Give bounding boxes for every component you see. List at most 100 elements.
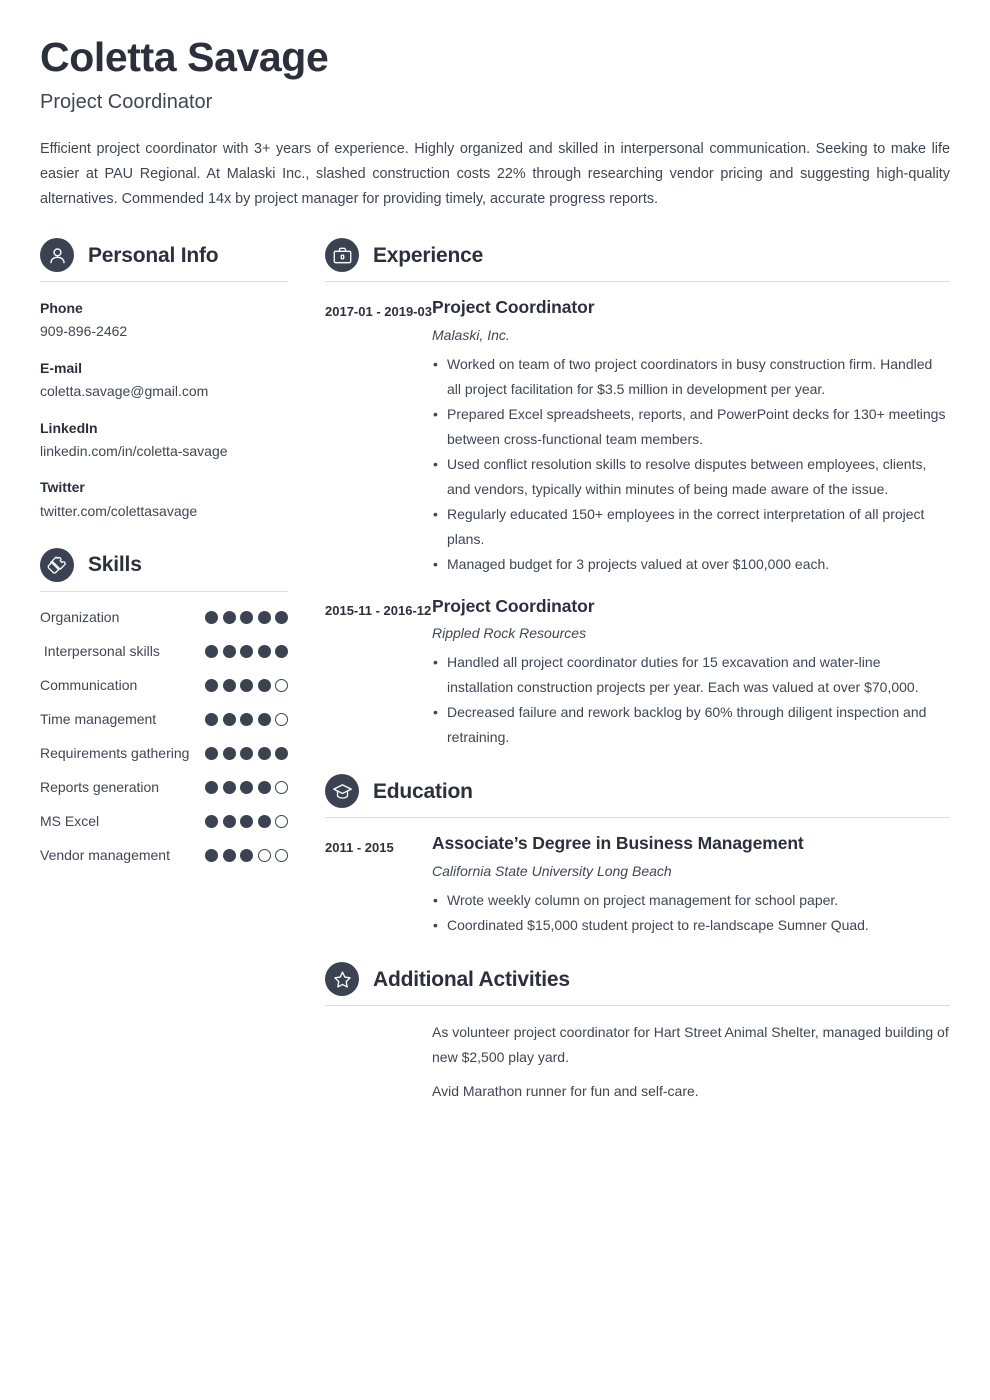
skill-label: Interpersonal skills bbox=[40, 642, 160, 659]
section-title: Experience bbox=[373, 243, 484, 267]
list-item: Worked on team of two project coordinato… bbox=[432, 352, 950, 402]
resume-page: Coletta Savage Project Coordinator Effic… bbox=[0, 0, 990, 1400]
skill-label: Requirements gathering bbox=[40, 744, 190, 761]
section-experience: Experience 2017-01 - 2019-03 Project Coo… bbox=[325, 238, 950, 750]
list-item: Handled all project coordinator duties f… bbox=[432, 650, 950, 700]
entry-body: Project Coordinator Rippled Rock Resourc… bbox=[432, 595, 950, 751]
section-header-experience: Experience bbox=[325, 238, 950, 281]
rating-dot-filled bbox=[240, 814, 253, 828]
rating-dot-filled bbox=[257, 712, 271, 726]
rating-dot-filled bbox=[205, 780, 218, 794]
entry-body: Project Coordinator Malaski, Inc. Worked… bbox=[432, 296, 950, 577]
section-title: Additional Activities bbox=[373, 967, 570, 991]
main-column: Experience 2017-01 - 2019-03 Project Coo… bbox=[325, 238, 950, 1104]
experience-entry: 2015-11 - 2016-12 Project Coordinator Ri… bbox=[325, 595, 950, 751]
entry-organization: Rippled Rock Resources bbox=[432, 625, 587, 642]
rating-dot-filled bbox=[240, 780, 253, 794]
entry-date: 2015-11 - 2016-12 bbox=[325, 602, 432, 618]
list-item: Used conflict resolution skills to resol… bbox=[432, 452, 950, 502]
rating-dot-filled bbox=[275, 746, 288, 760]
rating-dot-filled bbox=[275, 644, 288, 658]
skill-label: Time management bbox=[40, 710, 157, 727]
entry-title: Associate’s Degree in Business Managemen… bbox=[432, 833, 804, 854]
section-header-education: Education bbox=[325, 774, 950, 817]
rating-dot-empty bbox=[257, 848, 271, 862]
rating-dot-filled bbox=[240, 610, 253, 624]
section-additional-activities: Additional Activities As volunteer proje… bbox=[325, 962, 950, 1104]
skills-list: Organization Interpersonal skills Commun… bbox=[40, 592, 288, 868]
list-item: Managed budget for 3 projects valued at … bbox=[432, 552, 950, 577]
star-icon bbox=[325, 962, 359, 997]
rating-dot-filled bbox=[257, 610, 271, 624]
list-item: E-mail coletta.savage@gmail.com bbox=[40, 358, 288, 403]
skill-rating bbox=[205, 673, 288, 692]
list-item: Time management bbox=[40, 707, 288, 732]
list-item: MS Excel bbox=[40, 809, 288, 834]
experience-entries: 2017-01 - 2019-03 Project Coordinator Ma… bbox=[325, 282, 950, 750]
entry-title: Project Coordinator bbox=[432, 595, 595, 616]
rating-dot-empty bbox=[275, 814, 288, 828]
professional-summary: Efficient project coordinator with 3+ ye… bbox=[40, 141, 950, 208]
rating-dot-filled bbox=[205, 678, 218, 692]
section-header-personal-info: Personal Info bbox=[40, 238, 288, 281]
list-item: As volunteer project coordinator for Har… bbox=[432, 1024, 949, 1066]
list-item: Phone 909-896-2462 bbox=[40, 298, 288, 343]
rating-dot-empty bbox=[275, 678, 288, 692]
info-value[interactable]: twitter.com/colettasavage bbox=[40, 500, 288, 522]
rating-dot-empty bbox=[275, 712, 288, 726]
list-item: Vendor management bbox=[40, 843, 288, 868]
skill-label: MS Excel bbox=[40, 812, 100, 829]
skill-rating bbox=[205, 639, 288, 658]
entry-bullets: Handled all project coordinator duties f… bbox=[432, 650, 950, 750]
rating-dot-filled bbox=[240, 848, 253, 862]
section-title: Skills bbox=[88, 553, 142, 577]
rating-dot-filled bbox=[257, 780, 271, 794]
rating-dot-filled bbox=[240, 644, 253, 658]
rating-dot-filled bbox=[275, 610, 288, 624]
entry-body: Associate’s Degree in Business Managemen… bbox=[432, 832, 950, 938]
rating-dot-filled bbox=[222, 610, 236, 624]
skill-rating bbox=[205, 775, 288, 794]
info-label: E-mail bbox=[40, 359, 83, 376]
info-value[interactable]: 909-896-2462 bbox=[40, 320, 288, 342]
rating-dot-filled bbox=[222, 814, 236, 828]
section-skills: Skills Organization Interpersonal skills… bbox=[40, 547, 288, 868]
puzzle-piece-icon bbox=[40, 547, 74, 582]
list-item: Interpersonal skills bbox=[40, 639, 288, 664]
list-item: Requirements gathering bbox=[40, 741, 288, 766]
skill-rating bbox=[205, 741, 288, 760]
info-value[interactable]: linkedin.com/in/coletta-savage bbox=[40, 440, 288, 462]
entry-bullets: Worked on team of two project coordinato… bbox=[432, 352, 950, 577]
skill-rating bbox=[205, 707, 288, 726]
rating-dot-filled bbox=[222, 712, 236, 726]
rating-dot-filled bbox=[205, 814, 218, 828]
rating-dot-filled bbox=[205, 746, 218, 760]
resume-columns: Personal Info Phone 909-896-2462 E-mail … bbox=[40, 238, 950, 1104]
page-title: Coletta Savage bbox=[40, 34, 329, 80]
briefcase-icon bbox=[325, 238, 359, 273]
list-item: Reports generation bbox=[40, 775, 288, 800]
rating-dot-filled bbox=[240, 746, 253, 760]
rating-dot-filled bbox=[222, 848, 236, 862]
section-header-skills: Skills bbox=[40, 547, 288, 591]
job-title: Project Coordinator bbox=[40, 91, 213, 114]
info-label: LinkedIn bbox=[40, 419, 98, 436]
list-item: Regularly educated 150+ employees in the… bbox=[432, 502, 950, 552]
section-title: Personal Info bbox=[88, 243, 219, 267]
rating-dot-filled bbox=[222, 780, 236, 794]
section-personal-info: Personal Info Phone 909-896-2462 E-mail … bbox=[40, 238, 288, 522]
resume-header: Coletta Savage Project Coordinator Effic… bbox=[40, 0, 950, 212]
rating-dot-filled bbox=[222, 678, 236, 692]
education-entries: 2011 - 2015 Associate’s Degree in Busine… bbox=[325, 818, 950, 938]
rating-dot-filled bbox=[205, 644, 218, 658]
rating-dot-filled bbox=[257, 814, 271, 828]
entry-title: Project Coordinator bbox=[432, 297, 595, 318]
graduation-cap-icon bbox=[325, 774, 359, 809]
rating-dot-filled bbox=[222, 644, 236, 658]
skill-label: Reports generation bbox=[40, 778, 160, 795]
list-item: Organization bbox=[40, 605, 288, 630]
skill-label: Organization bbox=[40, 608, 120, 625]
list-item: Coordinated $15,000 student project to r… bbox=[432, 913, 950, 938]
section-title: Education bbox=[373, 779, 473, 803]
info-value[interactable]: coletta.savage@gmail.com bbox=[40, 380, 288, 402]
